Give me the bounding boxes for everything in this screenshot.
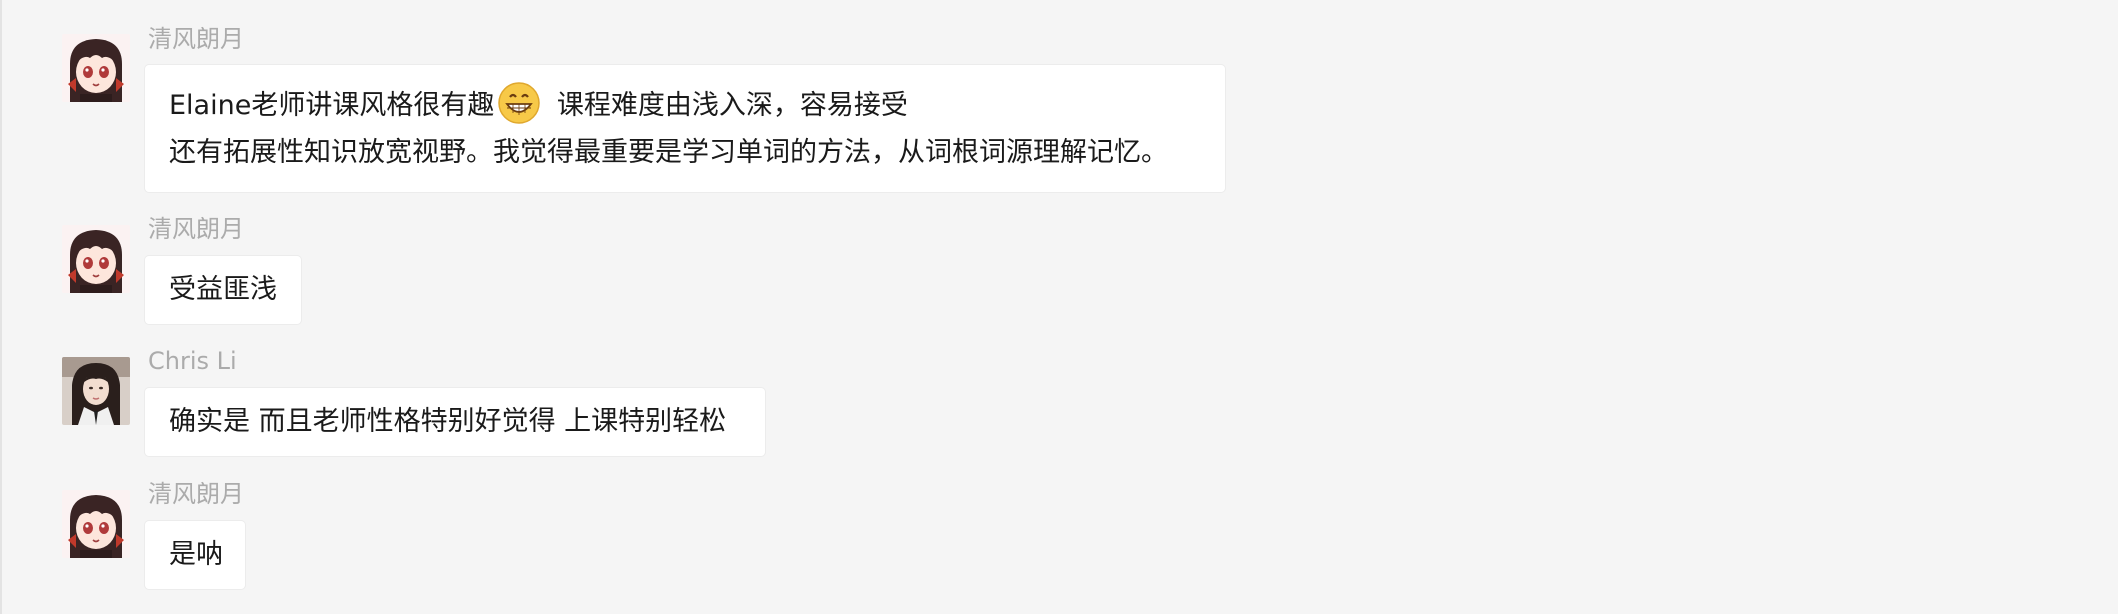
avatar[interactable] xyxy=(62,225,130,293)
sender-name: 清风朗月 xyxy=(148,25,244,53)
message-text: 还有拓展性知识放宽视野。我觉得最重要是学习单词的方法，从词根词源理解记忆。 xyxy=(169,137,1168,168)
sender-name: Chris Li xyxy=(148,347,237,375)
avatar[interactable] xyxy=(62,490,130,558)
sender-name: 清风朗月 xyxy=(148,215,244,243)
anime-girl-avatar-icon xyxy=(62,225,130,293)
message-text-line: Elaine老师讲课风格很有趣 课程难度由浅入深，容易接受 xyxy=(169,82,1201,129)
message-text: 是呐 xyxy=(169,539,223,570)
anime-girl-avatar-icon xyxy=(62,34,130,102)
message-text: 受益匪浅 xyxy=(169,274,277,305)
message-bubble[interactable]: 确实是 而且老师性格特别好觉得 上课特别轻松 xyxy=(145,388,765,456)
message-text: 确实是 而且老师性格特别好觉得 上课特别轻松 xyxy=(169,406,727,437)
photo-avatar-icon xyxy=(62,357,130,425)
window-left-edge xyxy=(0,0,2,614)
avatar[interactable] xyxy=(62,34,130,102)
message-text-line: 还有拓展性知识放宽视野。我觉得最重要是学习单词的方法，从词根词源理解记忆。 xyxy=(169,129,1201,176)
message-bubble[interactable]: 受益匪浅 xyxy=(145,256,301,324)
sender-name: 清风朗月 xyxy=(148,480,244,508)
anime-girl-avatar-icon xyxy=(62,490,130,558)
message-bubble[interactable]: 是呐 xyxy=(145,521,245,589)
avatar[interactable] xyxy=(62,357,130,425)
message-text: Elaine老师讲课风格很有趣 xyxy=(169,90,495,121)
grinning-face-emoji-icon xyxy=(498,82,541,124)
message-text: 课程难度由浅入深，容易接受 xyxy=(548,90,908,121)
message-bubble[interactable]: Elaine老师讲课风格很有趣 课程难度由浅入深，容易接受 还有拓展性知识放宽视… xyxy=(145,65,1225,192)
